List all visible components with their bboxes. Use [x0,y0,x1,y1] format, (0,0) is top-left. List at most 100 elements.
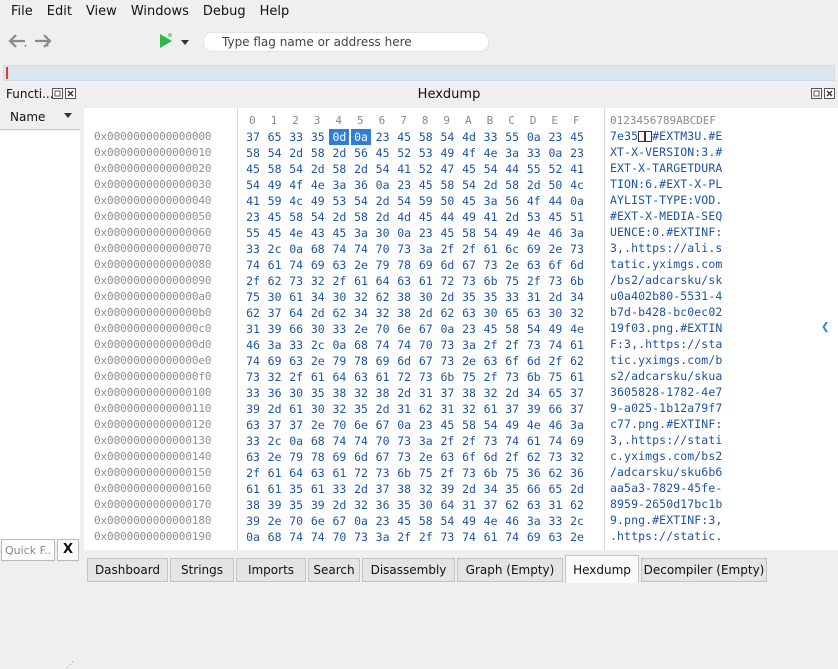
hex-byte[interactable]: 72 [394,369,414,385]
hex-byte[interactable]: 0a [286,241,306,257]
hex-byte[interactable]: 73 [394,241,414,257]
hex-byte[interactable]: 61 [481,401,501,417]
hex-byte[interactable]: 62 [265,273,285,289]
hex-byte[interactable]: 4e [567,321,587,337]
hex-byte[interactable]: 49 [459,513,479,529]
hex-byte[interactable]: 67 [373,417,393,433]
hex-byte[interactable]: 54 [437,513,457,529]
hex-byte[interactable]: 46 [545,417,565,433]
hex-byte[interactable]: 6e [351,417,371,433]
hex-byte[interactable]: 4e [286,225,306,241]
hex-byte[interactable]: 33 [502,289,522,305]
hex-byte[interactable]: 30 [373,225,393,241]
ascii-text[interactable]: u0a402b80-5531-4 [610,289,732,305]
menu-view[interactable]: View [79,4,124,19]
hex-byte[interactable]: 39 [243,401,263,417]
hex-byte[interactable]: 58 [502,321,522,337]
hex-byte[interactable]: 0a [545,145,565,161]
ascii-text[interactable]: 9-a025-1b12a79f7 [610,401,732,417]
hex-byte[interactable]: 52 [394,145,414,161]
hex-byte[interactable]: 37 [481,497,501,513]
hex-byte[interactable]: 2f [459,241,479,257]
hex-byte[interactable]: 37 [265,305,285,321]
hex-byte[interactable]: 62 [329,305,349,321]
collapse-sidebar-icon[interactable]: ❮ [821,319,829,335]
hex-byte[interactable]: 31 [416,385,436,401]
hex-byte[interactable]: 37 [265,417,285,433]
hex-byte[interactable]: 75 [502,465,522,481]
hex-byte[interactable]: 6d [481,449,501,465]
hex-byte[interactable]: 58 [459,417,479,433]
hex-byte[interactable]: 38 [394,481,414,497]
hex-byte[interactable]: 35 [502,481,522,497]
hex-byte[interactable]: 63 [308,465,328,481]
hex-byte[interactable]: 32 [265,369,285,385]
hex-byte[interactable]: 79 [286,449,306,465]
hex-byte[interactable]: 74 [286,257,306,273]
hex-byte[interactable]: 39 [265,497,285,513]
hex-byte[interactable]: 73 [373,465,393,481]
hex-byte[interactable]: 74 [243,257,263,273]
hex-byte[interactable]: 73 [502,369,522,385]
hex-byte[interactable]: 68 [351,337,371,353]
hex-byte[interactable]: 2c [308,337,328,353]
hex-byte[interactable]: 30 [308,321,328,337]
tab-dashboard[interactable]: Dashboard [87,558,168,582]
hex-byte[interactable]: 54 [437,129,457,145]
hex-byte[interactable]: 31 [545,497,565,513]
hex-byte[interactable]: 45 [437,225,457,241]
hex-byte[interactable]: 70 [329,529,349,545]
hex-byte[interactable]: 45 [265,225,285,241]
hex-byte[interactable]: 63 [524,257,544,273]
hex-byte[interactable]: 74 [545,433,565,449]
hex-byte[interactable]: 38 [394,289,414,305]
hex-byte[interactable]: 41 [394,161,414,177]
hex-byte[interactable]: 0a [329,337,349,353]
hex-byte[interactable]: 44 [502,161,522,177]
hex-byte[interactable]: 3a [481,193,501,209]
hex-byte[interactable]: 6b [567,273,587,289]
hex-byte[interactable]: 62 [437,305,457,321]
hex-byte[interactable]: 55 [502,129,522,145]
hex-byte[interactable]: 54 [481,417,501,433]
hex-byte[interactable]: 33 [243,385,263,401]
hex-byte[interactable]: 2d [373,209,393,225]
hex-byte[interactable]: 45 [416,177,436,193]
hex-byte[interactable]: 49 [502,225,522,241]
hex-byte[interactable]: 54 [308,209,328,225]
hex-byte[interactable]: 34 [524,385,544,401]
ascii-text[interactable]: AYLIST-TYPE:VOD. [610,193,732,209]
hex-byte[interactable]: 36 [351,177,371,193]
hex-byte[interactable]: 54 [481,161,501,177]
hex-byte[interactable]: 31 [524,289,544,305]
run-dropdown-icon[interactable] [180,36,190,50]
tab-imports[interactable]: Imports [236,558,306,582]
hex-byte[interactable]: 63 [459,305,479,321]
hex-byte[interactable]: 73 [481,257,501,273]
hex-byte[interactable]: 45 [567,129,587,145]
hex-byte[interactable]: 23 [373,129,393,145]
hex-byte[interactable]: 32 [373,305,393,321]
hex-byte[interactable]: 33 [481,129,501,145]
hex-byte[interactable]: 38 [329,385,349,401]
hex-byte[interactable]: 67 [459,257,479,273]
hex-byte[interactable]: 30 [416,289,436,305]
hex-byte[interactable]: 6b [524,369,544,385]
ascii-text[interactable]: #EXT-X-MEDIA-SEQ [610,209,732,225]
hex-byte[interactable]: 45 [243,161,263,177]
hex-byte[interactable]: 56 [351,145,371,161]
hex-byte[interactable]: 2d [502,209,522,225]
hex-byte[interactable]: 70 [373,321,393,337]
hex-byte[interactable]: 75 [502,273,522,289]
hex-byte[interactable]: 0a [286,433,306,449]
hex-byte[interactable]: 37 [243,129,263,145]
hex-byte[interactable]: 2f [437,241,457,257]
hex-byte[interactable]: 2d [329,209,349,225]
hex-byte[interactable]: 70 [416,337,436,353]
hex-byte[interactable]: 37 [286,417,306,433]
hex-byte[interactable]: 62 [243,305,263,321]
hex-byte[interactable]: 2d [524,177,544,193]
hex-byte[interactable]: 35 [286,497,306,513]
hex-byte[interactable]: 74 [329,241,349,257]
hex-byte[interactable]: 35 [286,481,306,497]
